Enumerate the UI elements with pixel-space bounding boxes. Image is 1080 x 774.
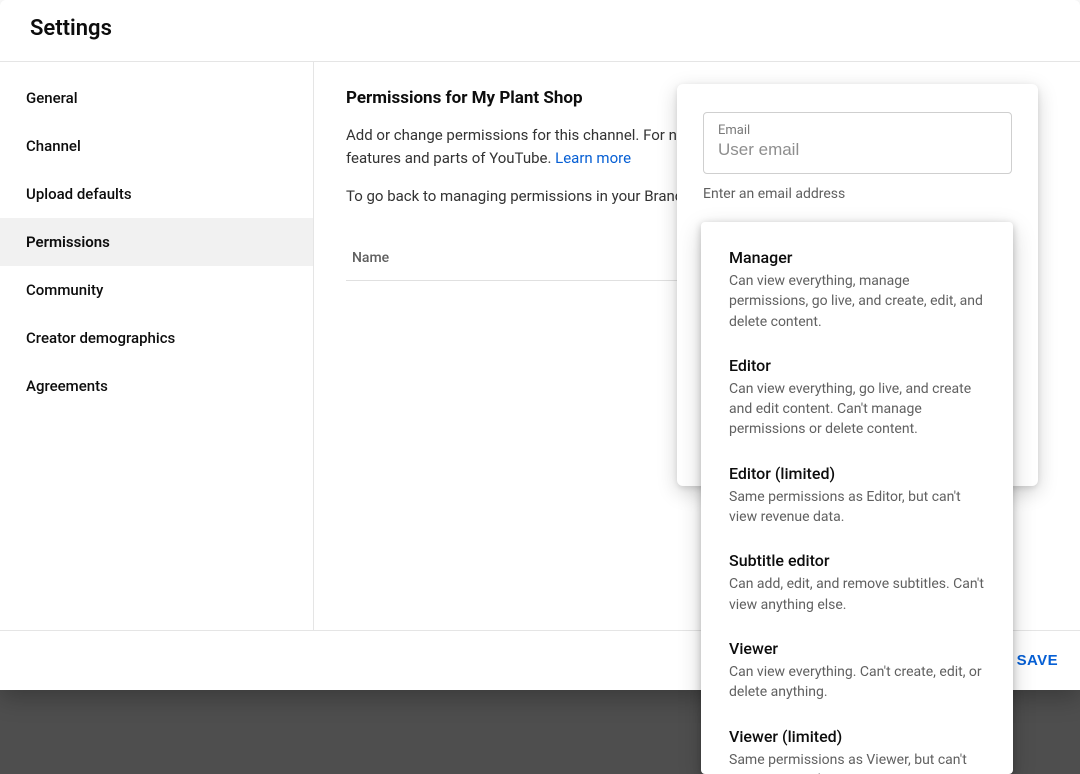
- sidebar-item-creator-demographics[interactable]: Creator demographics: [0, 314, 313, 362]
- role-option-manager[interactable]: Manager Can view everything, manage perm…: [701, 238, 1013, 346]
- column-name: Name: [352, 250, 389, 266]
- role-desc: Can view everything, manage permissions,…: [729, 271, 985, 332]
- role-title: Manager: [729, 248, 985, 267]
- email-label: Email: [718, 123, 997, 138]
- role-dropdown: Manager Can view everything, manage perm…: [701, 222, 1013, 774]
- role-title: Viewer: [729, 639, 985, 658]
- role-desc: Can view everything, go live, and create…: [729, 379, 985, 440]
- email-helper-text: Enter an email address: [703, 186, 1012, 202]
- role-desc: Can add, edit, and remove subtitles. Can…: [729, 574, 985, 615]
- role-option-viewer-limited[interactable]: Viewer (limited) Same permissions as Vie…: [701, 717, 1013, 774]
- email-input[interactable]: [718, 140, 997, 160]
- role-option-viewer[interactable]: Viewer Can view everything. Can't create…: [701, 629, 1013, 717]
- email-field-wrapper[interactable]: Email: [703, 112, 1012, 174]
- sidebar-item-channel[interactable]: Channel: [0, 122, 313, 170]
- page-title: Settings: [30, 16, 1050, 41]
- learn-more-link[interactable]: Learn more: [555, 149, 631, 167]
- role-desc: Same permissions as Editor, but can't vi…: [729, 487, 985, 528]
- sidebar-item-upload-defaults[interactable]: Upload defaults: [0, 170, 313, 218]
- sidebar-item-agreements[interactable]: Agreements: [0, 362, 313, 410]
- sidebar-item-permissions[interactable]: Permissions: [0, 218, 313, 266]
- role-desc: Same permissions as Viewer, but can't vi…: [729, 750, 985, 774]
- role-option-editor-limited[interactable]: Editor (limited) Same permissions as Edi…: [701, 454, 1013, 542]
- role-option-editor[interactable]: Editor Can view everything, go live, and…: [701, 346, 1013, 454]
- role-title: Editor: [729, 356, 985, 375]
- save-button[interactable]: SAVE: [1017, 652, 1058, 669]
- settings-sidebar: General Channel Upload defaults Permissi…: [0, 62, 314, 633]
- role-title: Subtitle editor: [729, 551, 985, 570]
- desc-text-a: Add or change permissions for this chann…: [346, 126, 685, 144]
- desc-text-b: features and parts of YouTube.: [346, 149, 555, 167]
- role-title: Viewer (limited): [729, 727, 985, 746]
- role-title: Editor (limited): [729, 464, 985, 483]
- role-option-subtitle-editor[interactable]: Subtitle editor Can add, edit, and remov…: [701, 541, 1013, 629]
- dialog-header: Settings: [0, 0, 1080, 61]
- sidebar-item-general[interactable]: General: [0, 74, 313, 122]
- role-desc: Can view everything. Can't create, edit,…: [729, 662, 985, 703]
- sidebar-item-community[interactable]: Community: [0, 266, 313, 314]
